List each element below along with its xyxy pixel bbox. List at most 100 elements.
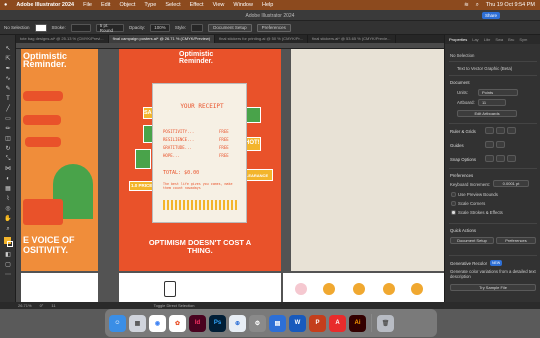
ruler-icon[interactable] (485, 127, 494, 134)
pen-tool-icon[interactable]: ✒ (4, 65, 12, 73)
trash-icon[interactable]: 🗑 (377, 314, 394, 332)
type-tool-icon[interactable]: T (4, 95, 12, 103)
stroke-color-icon[interactable] (7, 241, 13, 247)
try-sample-file-button[interactable]: Try Sample File (450, 284, 536, 291)
word-icon[interactable]: W (289, 314, 306, 332)
share-button[interactable]: Share (482, 12, 500, 19)
preferences-button[interactable]: Preferences (256, 23, 291, 32)
brush-tool-icon[interactable]: ✎ (4, 85, 12, 93)
launchpad-icon[interactable]: ▦ (129, 314, 146, 332)
eyedropper-tool-icon[interactable]: ⌇ (4, 195, 12, 203)
phone-illustration (164, 281, 176, 297)
artboard-bottom-right[interactable] (283, 273, 444, 302)
artboard-bottom-left[interactable] (21, 273, 98, 302)
tab-libraries[interactable]: Libr (484, 37, 491, 42)
document-setup-button[interactable]: Document Setup (450, 237, 494, 244)
units-select[interactable]: Points (478, 89, 518, 96)
chrome-icon[interactable]: ◉ (149, 314, 166, 332)
rotation-value[interactable]: 0° (40, 303, 44, 308)
keyboard-increment-label: Keyboard Increment: (450, 182, 490, 187)
tab-tote-bag[interactable]: tote bag designs.ai* @ 25.13 % (CMYK/Pre… (16, 35, 109, 43)
line-tool-icon[interactable]: ╱ (4, 105, 12, 113)
screen-mode-icon[interactable]: ▢ (4, 261, 12, 269)
powerpoint-icon[interactable]: P (309, 314, 326, 332)
photoshop-icon[interactable]: Ps (209, 314, 226, 332)
rotate-tool-icon[interactable]: ↻ (4, 145, 12, 153)
tab-symbols[interactable]: Sym (519, 37, 527, 42)
draw-mode-icon[interactable]: ◧ (4, 251, 12, 259)
tab-stickers-printing[interactable]: final stickers for printing.ai @ 50 % (C… (215, 35, 308, 43)
snap-pixel-icon[interactable] (507, 155, 516, 162)
menu-datetime[interactable]: Thu 19 Oct 9:54 PM (486, 2, 535, 8)
artboard-select[interactable]: 11 (478, 99, 506, 106)
artboard-number[interactable]: 11 (51, 303, 55, 308)
canvas[interactable]: Optimistic Reminder. E VOICE OF OSITIVIT… (21, 49, 444, 302)
shape-builder-tool-icon[interactable]: ◐ (4, 175, 12, 183)
menu-help[interactable]: Help (262, 2, 273, 8)
pencil-tool-icon[interactable]: ✏ (4, 125, 12, 133)
illustrator-icon[interactable]: Ai (349, 314, 366, 332)
wifi-icon[interactable]: ≋ (464, 2, 469, 8)
keynote-icon[interactable]: ▤ (269, 314, 286, 332)
tab-brushes[interactable]: Bru (508, 37, 514, 42)
scale-strokes-checkbox[interactable] (451, 210, 456, 215)
menu-file[interactable]: File (83, 2, 92, 8)
document-setup-button[interactable]: Document Setup (208, 23, 252, 32)
blend-tool-icon[interactable]: ◎ (4, 205, 12, 213)
snap-point-icon[interactable] (485, 155, 494, 162)
style-swatch[interactable] (191, 23, 204, 32)
brush-select[interactable]: 5 pt. Round (95, 23, 124, 33)
menu-edit[interactable]: Edit (101, 2, 110, 8)
stroke-weight-field[interactable] (70, 23, 91, 32)
pixel-grid-icon[interactable] (507, 127, 516, 134)
tab-swatches[interactable]: Swa (495, 37, 503, 42)
photos-icon[interactable]: ✿ (169, 314, 186, 332)
hand-tool-icon[interactable]: ✋ (4, 215, 12, 223)
search-icon[interactable]: ⌕ (476, 2, 479, 9)
tab-campaign-posters[interactable]: final campaign posters.ai* @ 26.71 % (CM… (108, 35, 216, 43)
opacity-field[interactable]: 100% (150, 23, 170, 32)
tab-stickers[interactable]: final stickers.ai* @ 53.65 % (CMYK/Previ… (308, 35, 396, 43)
menu-app-name[interactable]: Adobe Illustrator 2024 (16, 2, 74, 8)
width-tool-icon[interactable]: ⋈ (4, 165, 12, 173)
keyboard-increment-field[interactable]: 0.0001 pt (493, 180, 529, 187)
acrobat-icon[interactable]: A (329, 314, 346, 332)
apple-icon[interactable]: ● (4, 2, 7, 8)
edit-artboards-button[interactable]: Edit Artboards (457, 110, 517, 117)
artboard-left[interactable]: Optimistic Reminder. E VOICE OF OSITIVIT… (21, 49, 98, 271)
artboard-center[interactable]: Optimistic Reminder. SALE HOT! CLEARANCE… (119, 49, 281, 271)
menu-view[interactable]: View (213, 2, 225, 8)
scale-corners-checkbox[interactable] (451, 201, 456, 206)
eraser-tool-icon[interactable]: ◫ (4, 135, 12, 143)
grid-icon[interactable] (496, 127, 505, 134)
curvature-tool-icon[interactable]: ∿ (4, 75, 12, 83)
menu-window[interactable]: Window (233, 2, 253, 8)
fill-swatch[interactable] (34, 23, 47, 32)
snap-grid-icon[interactable] (496, 155, 505, 162)
menu-type[interactable]: Type (144, 2, 156, 8)
menu-object[interactable]: Object (119, 2, 135, 8)
gradient-tool-icon[interactable]: ▦ (4, 185, 12, 193)
more-tools-icon[interactable]: ⋯ (4, 271, 12, 279)
preview-bounds-checkbox[interactable] (451, 192, 456, 197)
tab-properties[interactable]: Properties (449, 37, 467, 42)
preferences-button[interactable]: Preferences (496, 237, 536, 244)
menu-select[interactable]: Select (165, 2, 180, 8)
artboard-bottom-center[interactable] (119, 273, 281, 302)
indesign-icon[interactable]: Id (189, 314, 206, 332)
settings-icon[interactable]: ⚙ (249, 314, 266, 332)
tab-layers[interactable]: Lay (472, 37, 478, 42)
artboard-right[interactable] (291, 49, 444, 271)
zoom-tool-icon[interactable]: ⌕ (4, 225, 12, 233)
safari-icon[interactable]: ⊕ (229, 314, 246, 332)
guides-show-icon[interactable] (485, 141, 494, 148)
direct-selection-tool-icon[interactable]: ⇱ (4, 55, 12, 63)
zoom-level[interactable]: 26.71% (18, 303, 32, 308)
selection-tool-icon[interactable]: ↖ (4, 45, 12, 53)
scale-tool-icon[interactable]: ⤡ (4, 155, 12, 163)
menu-effect[interactable]: Effect (190, 2, 204, 8)
text-to-vector-link[interactable]: Text to Vector Graphic (Beta) (457, 66, 512, 71)
finder-icon[interactable]: ☺ (109, 314, 126, 332)
guides-lock-icon[interactable] (496, 141, 505, 148)
rectangle-tool-icon[interactable]: ▭ (4, 115, 12, 123)
